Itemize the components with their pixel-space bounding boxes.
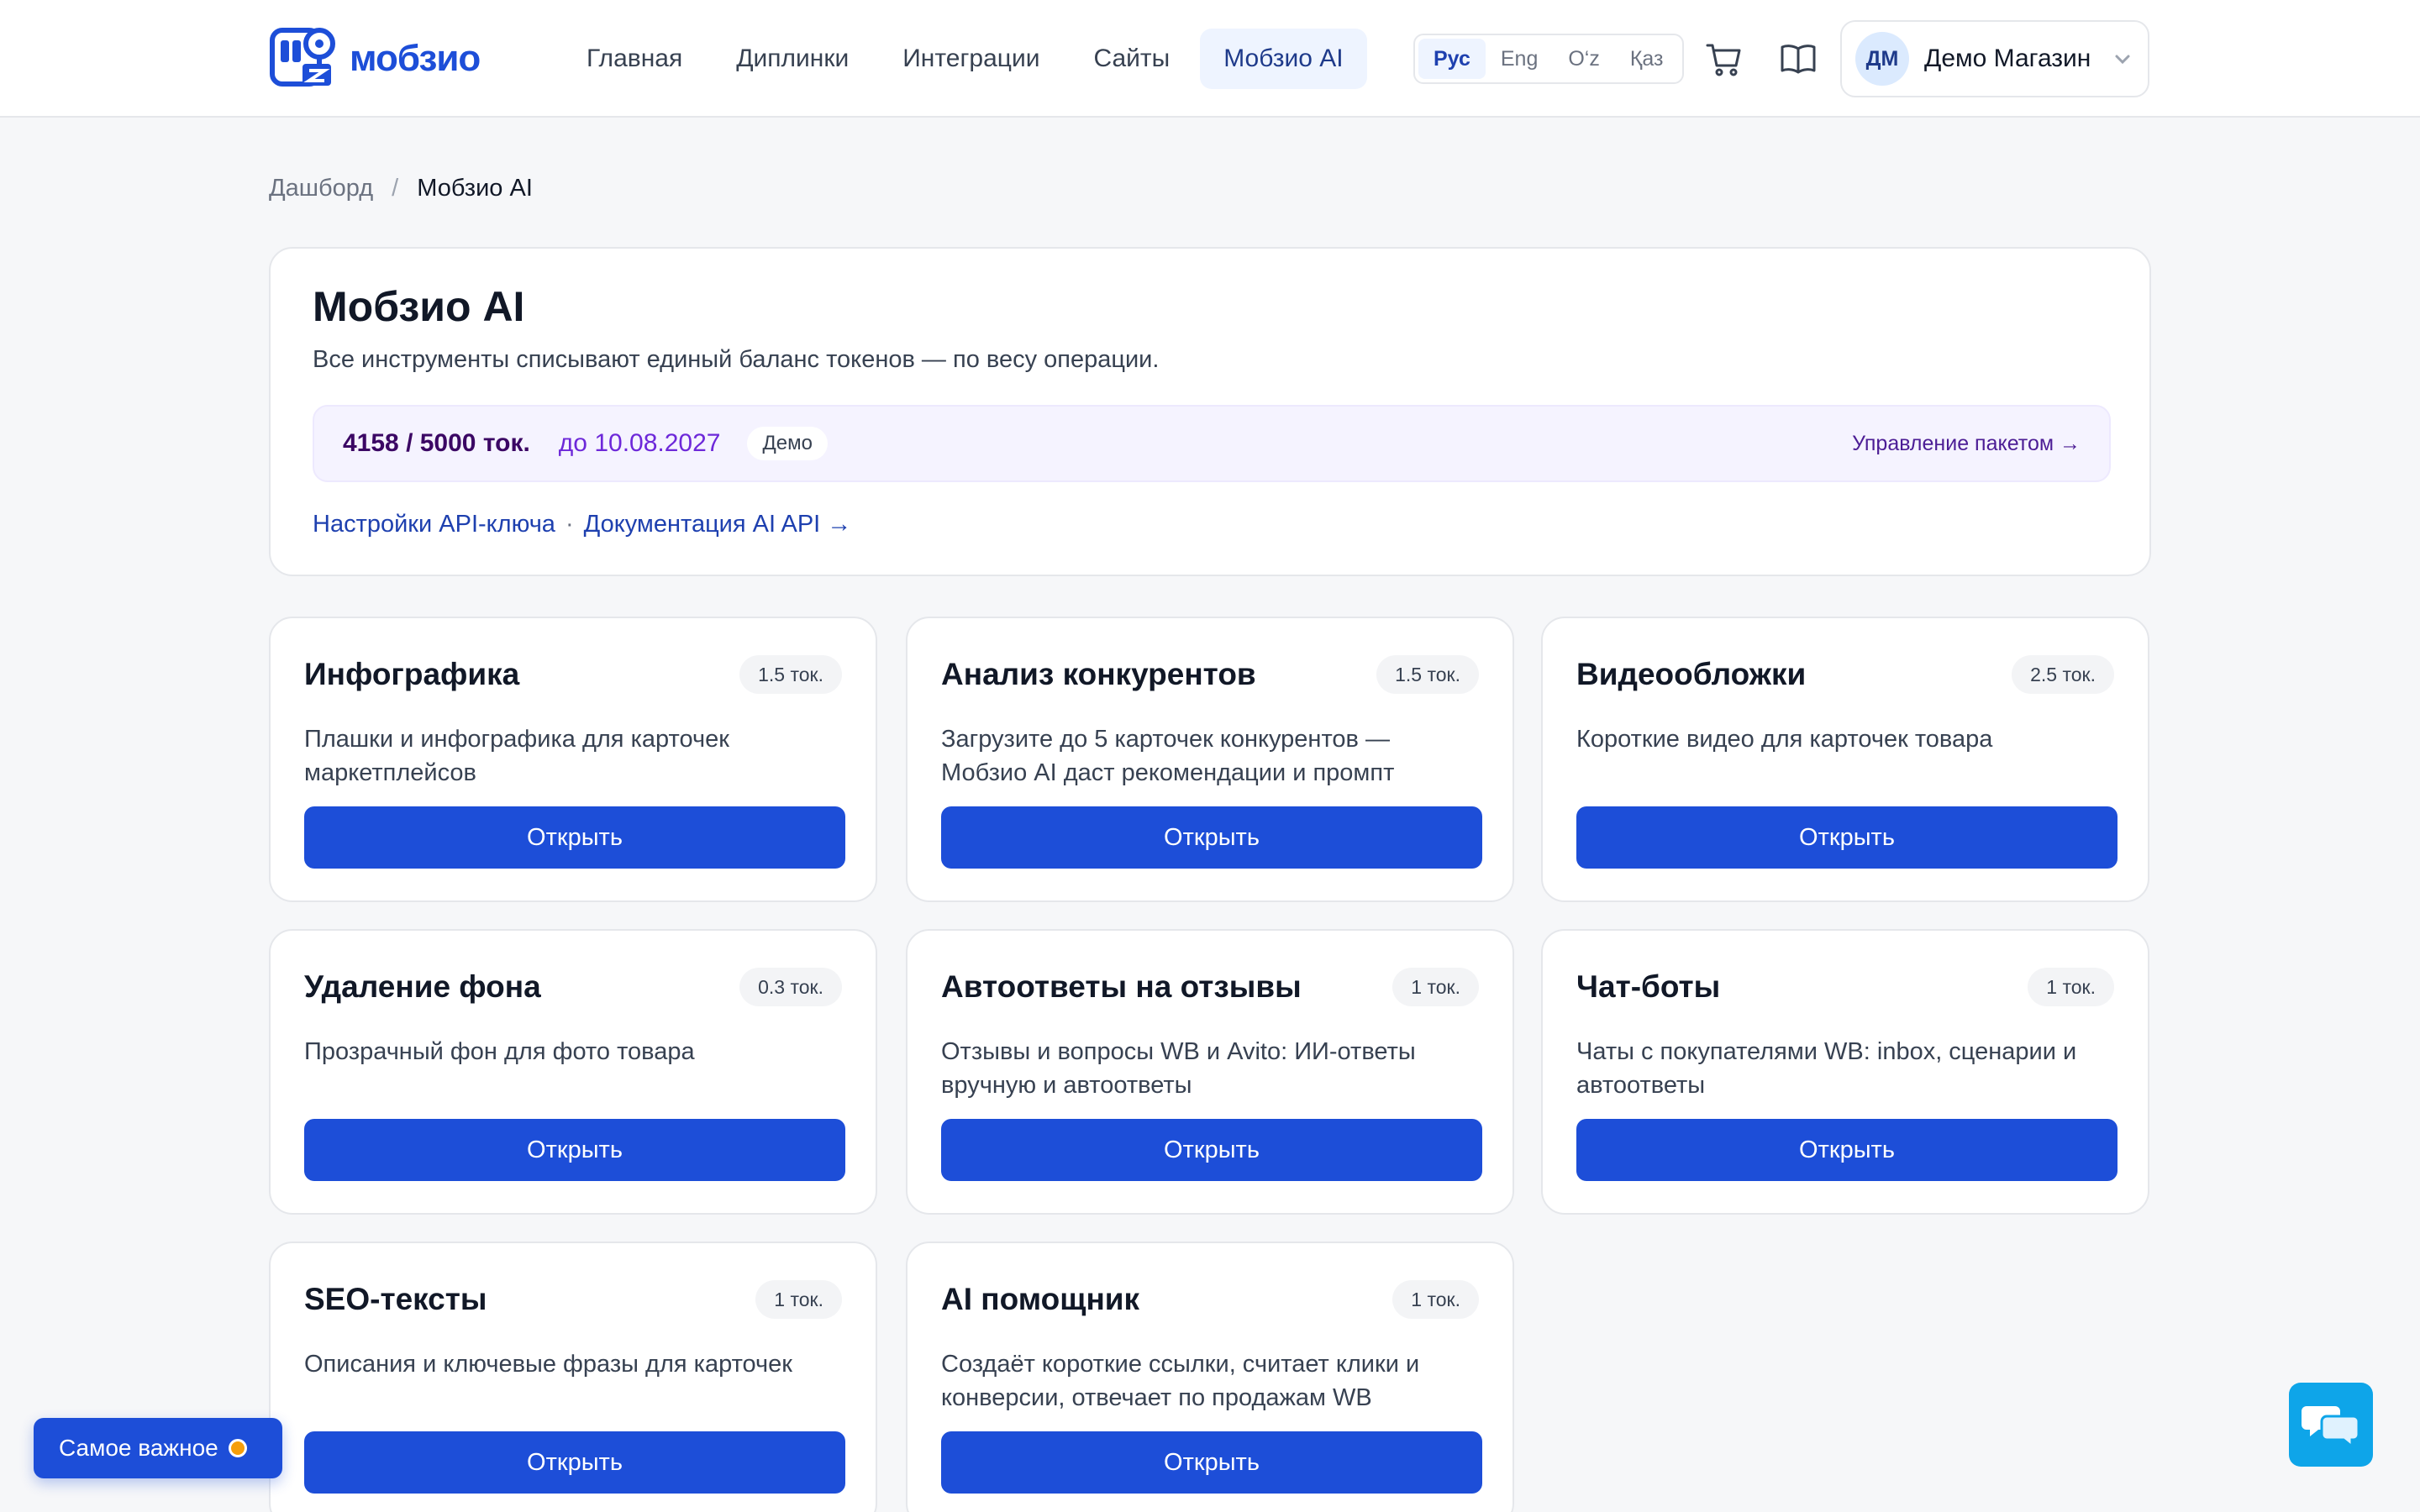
tool-description: Загрузите до 5 карточек конкурентов — Мо… (941, 726, 1395, 786)
breadcrumb-current: Мобзио AI (417, 175, 533, 202)
logo[interactable]: мобзио (269, 25, 481, 92)
nav-item-mobzio-ai[interactable]: Мобзио AI (1200, 29, 1367, 89)
logo-text: мобзио (350, 38, 481, 79)
tool-cost-badge: 0.3 ток. (739, 968, 842, 1006)
tool-card-chatbots: Чат-боты 1 ток. Чаты с покупателями WB: … (1541, 929, 2149, 1215)
open-competitor-analysis-button[interactable]: Открыть (941, 806, 1482, 869)
chat-icon (2302, 1406, 2360, 1450)
page-subtitle: Все инструменты списывают единый баланс … (313, 346, 1160, 373)
chevron-down-icon (2115, 55, 2130, 65)
token-valid-until: до 10.08.2027 (558, 429, 721, 457)
breadcrumb-dashboard[interactable]: Дашборд (269, 175, 373, 202)
chat-support-button[interactable] (2289, 1383, 2373, 1467)
tool-card-infographics: Инфографика 1.5 ток. Плашки и инфографик… (269, 617, 877, 902)
tool-description: Прозрачный фон для фото товара (304, 1038, 695, 1065)
tool-title: Удаление фона (304, 969, 541, 1004)
manage-package-link[interactable]: Управление пакетом → (1852, 432, 2081, 456)
api-key-settings-link[interactable]: Настройки API-ключа (313, 511, 555, 538)
book-icon[interactable] (1778, 39, 1818, 79)
tool-title: Анализ конкурентов (941, 657, 1256, 691)
main-nav: Главная Диплинки Интеграции Сайты Мобзио… (563, 29, 1367, 89)
token-count: 4158 / 5000 ток. (343, 429, 530, 457)
tool-cost-badge: 1 ток. (1392, 968, 1479, 1006)
tool-card-ai-assistant: AI помощник 1 ток. Создаёт короткие ссыл… (906, 1242, 1514, 1512)
account-name: Демо Магазин (1924, 45, 2091, 72)
notification-dot (228, 1439, 247, 1457)
open-review-autoreplies-button[interactable]: Открыть (941, 1119, 1482, 1181)
tool-title: Инфографика (304, 657, 520, 691)
tool-card-competitor-analysis: Анализ конкурентов 1.5 ток. Загрузите до… (906, 617, 1514, 902)
tool-title: AI помощник (941, 1282, 1140, 1316)
tool-cost-badge: 1 ток. (2028, 968, 2114, 1006)
open-ai-assistant-button[interactable]: Открыть (941, 1431, 1482, 1494)
cart-icon[interactable] (1704, 39, 1744, 79)
demo-badge: Демо (747, 427, 828, 460)
mobzio-logo-icon (270, 28, 335, 87)
tool-description: Короткие видео для карточек товара (1576, 726, 1993, 753)
breadcrumb-separator: / (392, 175, 399, 202)
open-background-removal-button[interactable]: Открыть (304, 1119, 845, 1181)
lang-kz[interactable]: Қаз (1615, 39, 1679, 79)
tool-cost-badge: 1 ток. (1392, 1280, 1479, 1319)
tool-title: SEO-тексты (304, 1282, 487, 1316)
avatar: ДМ (1855, 32, 1909, 86)
tool-description: Отзывы и вопросы WB и Avito: ИИ-ответы в… (941, 1038, 1416, 1099)
tool-description: Описания и ключевые фразы для карточек (304, 1351, 792, 1378)
important-label: Самое важное (59, 1435, 218, 1461)
ai-api-docs-link[interactable]: Документация AI API → (584, 511, 852, 538)
tool-title: Видеообложки (1576, 657, 1807, 691)
account-menu[interactable]: ДМ Демо Магазин (1840, 20, 2149, 97)
breadcrumb: Дашборд / Мобзио AI (269, 175, 533, 202)
nav-item-deeplinks[interactable]: Диплинки (713, 29, 872, 89)
nav-item-home[interactable]: Главная (563, 29, 706, 89)
api-links: Настройки API-ключа · Документация AI AP… (313, 511, 851, 538)
token-balance-bar: 4158 / 5000 ток. до 10.08.2027 Демо Упра… (313, 405, 2111, 482)
language-switcher: Рус Eng O‘z Қаз (1413, 34, 1684, 84)
links-separator: · (565, 511, 574, 538)
nav-item-integrations[interactable]: Интеграции (879, 29, 1063, 89)
tool-cost-badge: 1.5 ток. (739, 655, 842, 694)
lang-ru[interactable]: Рус (1418, 39, 1486, 79)
open-video-covers-button[interactable]: Открыть (1576, 806, 2118, 869)
nav-item-sites[interactable]: Сайты (1070, 29, 1193, 89)
tool-cost-badge: 1 ток. (755, 1280, 842, 1319)
open-chatbots-button[interactable]: Открыть (1576, 1119, 2118, 1181)
page-title: Мобзио AI (313, 283, 525, 330)
tool-title: Чат-боты (1576, 969, 1721, 1004)
tool-cost-badge: 1.5 ток. (1376, 655, 1479, 694)
tool-description: Создаёт короткие ссылки, считает клики и… (941, 1351, 1420, 1411)
tool-description: Чаты с покупателями WB: inbox, сценарии … (1576, 1038, 2077, 1099)
tool-card-video-covers: Видеообложки 2.5 ток. Короткие видео для… (1541, 617, 2149, 902)
lang-uz[interactable]: O‘z (1553, 39, 1615, 79)
open-seo-texts-button[interactable]: Открыть (304, 1431, 845, 1494)
ai-overview-card: Мобзио AI Все инструменты списывают един… (269, 247, 2151, 576)
important-button[interactable]: Самое важное (34, 1418, 282, 1478)
lang-en[interactable]: Eng (1486, 39, 1553, 79)
tool-cost-badge: 2.5 ток. (2012, 655, 2114, 694)
tool-title: Автоответы на отзывы (941, 969, 1302, 1004)
top-header: мобзио Главная Диплинки Интеграции Сайты… (0, 0, 2420, 118)
tool-description: Плашки и инфографика для карточек маркет… (304, 726, 729, 786)
open-infographics-button[interactable]: Открыть (304, 806, 845, 869)
tool-card-review-autoreplies: Автоответы на отзывы 1 ток. Отзывы и воп… (906, 929, 1514, 1215)
tool-card-seo-texts: SEO-тексты 1 ток. Описания и ключевые фр… (269, 1242, 877, 1512)
tool-card-background-removal: Удаление фона 0.3 ток. Прозрачный фон дл… (269, 929, 877, 1215)
